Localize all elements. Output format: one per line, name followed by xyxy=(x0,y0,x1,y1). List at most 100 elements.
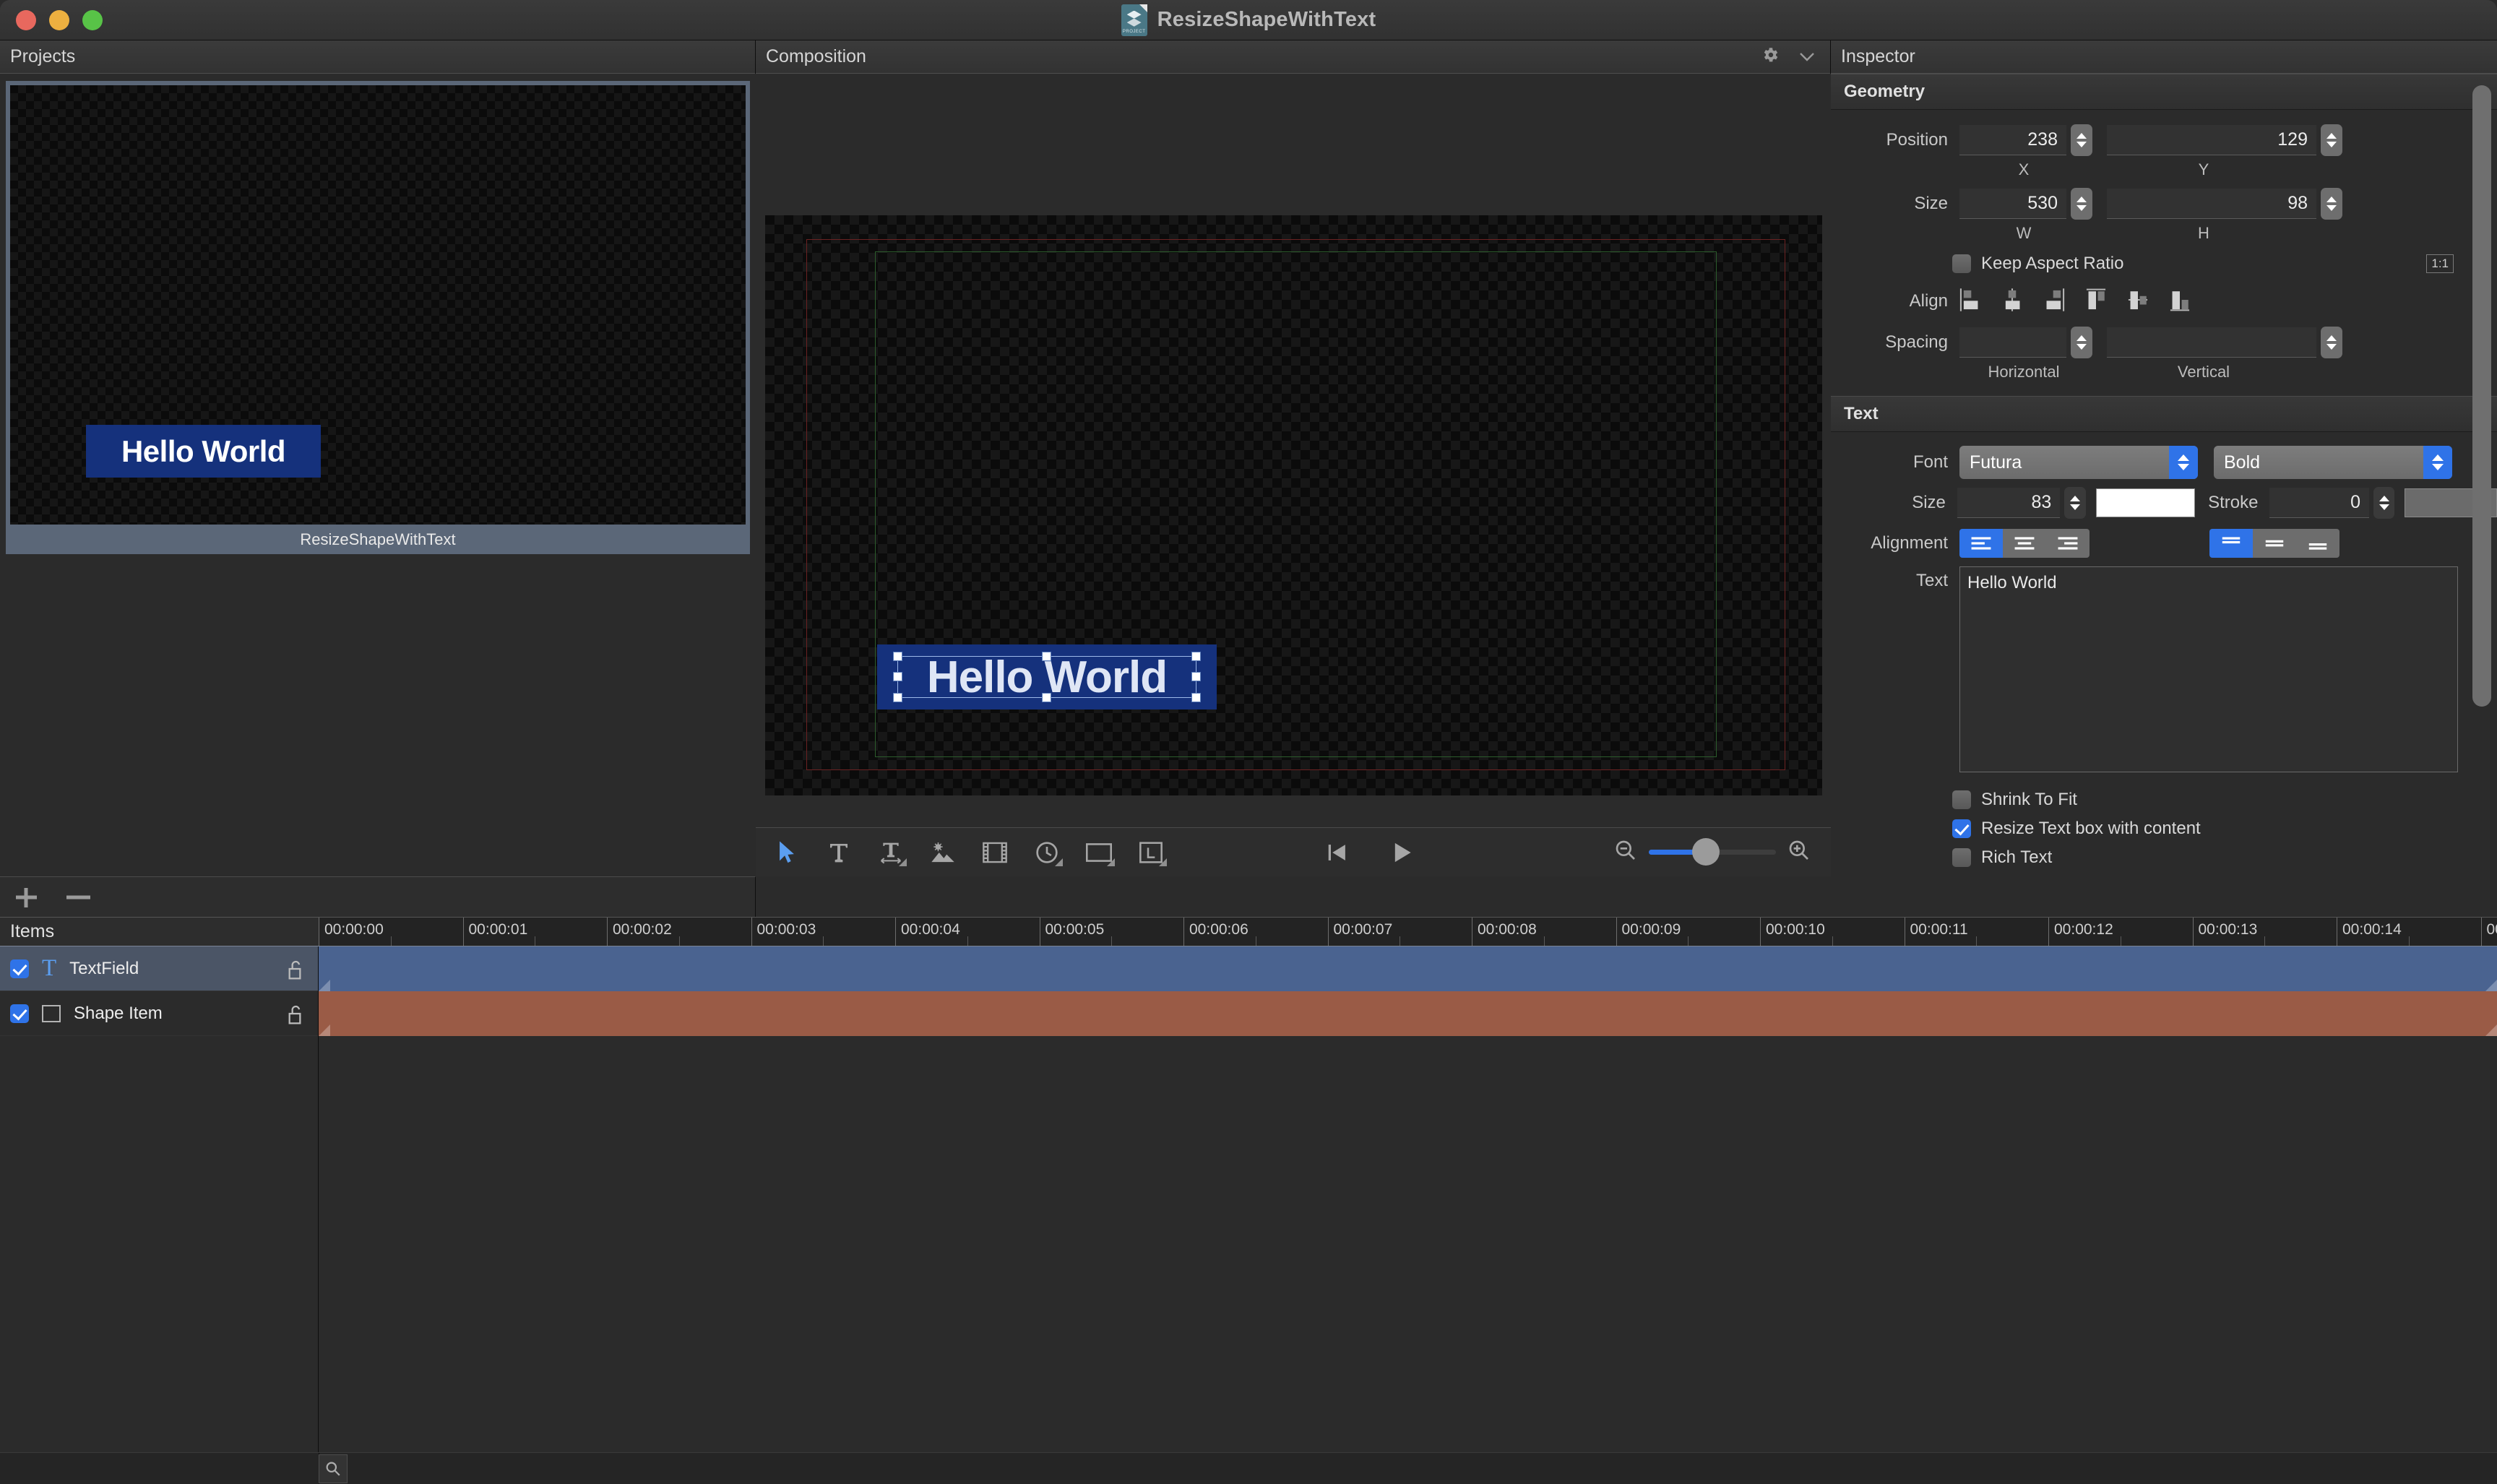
size-h-stepper[interactable] xyxy=(2321,188,2342,220)
text-section-header[interactable]: Text xyxy=(1831,396,2497,432)
minimize-button[interactable] xyxy=(49,10,69,30)
position-y-stepper[interactable] xyxy=(2321,124,2342,156)
zoom-slider[interactable] xyxy=(1649,838,1776,866)
composition-stage[interactable]: Hello World xyxy=(765,215,1822,795)
shape-visibility-checkbox[interactable] xyxy=(10,1004,29,1023)
resize-text-box-checkbox[interactable] xyxy=(1952,819,1971,838)
geometry-section-header[interactable]: Geometry xyxy=(1831,74,2497,110)
stroke-width-stepper[interactable] xyxy=(2373,487,2395,519)
font-size-stepper[interactable] xyxy=(2064,487,2086,519)
resize-handle-middle-left[interactable] xyxy=(893,672,902,681)
reset-aspect-ratio-button[interactable]: 1:1 xyxy=(2426,254,2454,273)
spacing-vertical-input[interactable] xyxy=(2107,327,2316,358)
position-x-stepper[interactable] xyxy=(2071,124,2092,156)
window-title: ResizeShapeWithText xyxy=(1157,8,1376,31)
timeline-ruler[interactable]: 00:00:00 00:00:01 00:00:02 00:00:03 00:00:04… xyxy=(319,918,2497,946)
resize-handle-bottom-center[interactable] xyxy=(1042,693,1051,702)
add-project-button[interactable] xyxy=(13,884,39,910)
play-button[interactable] xyxy=(1386,836,1419,869)
zoom-out-icon[interactable] xyxy=(1614,839,1637,866)
shrink-to-fit-checkbox[interactable] xyxy=(1952,790,1971,809)
shrink-to-fit-option[interactable]: Shrink To Fit xyxy=(1952,785,2497,814)
layout-tool[interactable] xyxy=(1134,836,1168,869)
timeline-clip-textfield[interactable] xyxy=(319,946,2497,991)
rich-text-label: Rich Text xyxy=(1981,847,2053,867)
text-fill-color-swatch[interactable] xyxy=(2095,488,2196,517)
size-h-input[interactable]: 98 xyxy=(2107,189,2316,219)
timeline-item-textfield[interactable]: T TextField xyxy=(0,946,318,991)
project-card[interactable]: Hello World ResizeShapeWithText xyxy=(6,81,750,554)
keep-aspect-ratio-checkbox[interactable] xyxy=(1952,254,1971,273)
resize-handle-top-center[interactable] xyxy=(1042,652,1051,661)
canvas-zoom-control[interactable] xyxy=(1614,838,1811,866)
resize-handle-bottom-right[interactable] xyxy=(1191,693,1201,702)
chevron-down-icon[interactable] xyxy=(1798,47,1816,68)
timeline-clip-shape[interactable] xyxy=(319,991,2497,1036)
text-tool[interactable] xyxy=(822,836,855,869)
scrolling-text-tool[interactable] xyxy=(874,836,907,869)
resize-handle-bottom-left[interactable] xyxy=(893,693,902,702)
horizontal-alignment-segments[interactable] xyxy=(1959,529,2090,558)
selection-bounding-box[interactable] xyxy=(893,652,1201,702)
size-w-input[interactable]: 530 xyxy=(1959,189,2066,219)
font-style-select[interactable]: Bold xyxy=(2214,446,2452,479)
projects-list[interactable]: Hello World ResizeShapeWithText xyxy=(0,74,756,876)
font-family-select[interactable]: Futura xyxy=(1959,446,2198,479)
align-text-right-button[interactable] xyxy=(2046,529,2090,558)
textfield-visibility-checkbox[interactable] xyxy=(10,959,29,978)
rich-text-checkbox[interactable] xyxy=(1952,848,1971,867)
inspector-scrollbar[interactable] xyxy=(2472,85,2491,844)
zoom-slider-knob[interactable] xyxy=(1692,838,1720,866)
resize-handle-middle-right[interactable] xyxy=(1191,672,1201,681)
position-x-input[interactable]: 238 xyxy=(1959,125,2066,155)
align-top-icon[interactable] xyxy=(2085,288,2107,316)
shape-tool[interactable] xyxy=(1082,836,1116,869)
select-arrow-tool[interactable] xyxy=(770,836,803,869)
stroke-width-input[interactable]: 0 xyxy=(2269,488,2370,518)
gear-icon[interactable] xyxy=(1761,46,1780,69)
ruler-subtick xyxy=(1976,936,1978,946)
close-button[interactable] xyxy=(16,10,36,30)
remove-project-button[interactable] xyxy=(65,884,91,910)
align-text-left-button[interactable] xyxy=(1959,529,2003,558)
text-content-input[interactable]: Hello World xyxy=(1959,566,2458,772)
resize-text-box-label: Resize Text box with content xyxy=(1981,819,2201,838)
spacing-horizontal-input[interactable] xyxy=(1959,327,2066,358)
size-w-stepper[interactable] xyxy=(2071,188,2092,220)
keep-aspect-ratio-checkbox-line[interactable]: Keep Aspect Ratio xyxy=(1952,249,2123,278)
resize-handle-top-right[interactable] xyxy=(1191,652,1201,661)
rich-text-option[interactable]: Rich Text xyxy=(1952,843,2497,872)
timeline-item-shape[interactable]: Shape Item xyxy=(0,991,318,1036)
rectangle-icon xyxy=(42,1004,61,1022)
resize-handle-top-left[interactable] xyxy=(893,652,902,661)
position-y-input[interactable]: 129 xyxy=(2107,125,2316,155)
spacing-vertical-stepper[interactable] xyxy=(2321,327,2342,358)
search-icon[interactable] xyxy=(319,1454,348,1483)
align-text-middle-button[interactable] xyxy=(2253,529,2296,558)
textfield-lock-icon[interactable] xyxy=(288,960,305,984)
resize-text-box-option[interactable]: Resize Text box with content xyxy=(1952,814,2497,843)
align-left-icon[interactable] xyxy=(1959,288,1981,316)
publish-as-option[interactable]: Publish as 'TextField' xyxy=(1952,872,2497,876)
spacing-horizontal-stepper[interactable] xyxy=(2071,327,2092,358)
image-tool[interactable] xyxy=(926,836,959,869)
vertical-alignment-segments[interactable] xyxy=(2209,529,2339,558)
timeline-tracks[interactable] xyxy=(319,946,2497,1484)
font-size-input[interactable]: 83 xyxy=(1957,488,2061,518)
go-to-start-button[interactable] xyxy=(1321,836,1354,869)
align-right-icon[interactable] xyxy=(2043,288,2065,316)
align-center-horizontal-icon[interactable] xyxy=(2001,288,2023,316)
zoom-in-icon[interactable] xyxy=(1787,839,1811,866)
movie-tool[interactable] xyxy=(978,836,1012,869)
shape-lock-icon[interactable] xyxy=(288,1005,305,1029)
project-thumbnail[interactable]: Hello World xyxy=(10,85,746,525)
ruler-subtick xyxy=(390,936,392,946)
align-text-bottom-button[interactable] xyxy=(2296,529,2339,558)
align-text-top-button[interactable] xyxy=(2209,529,2253,558)
align-text-center-button[interactable] xyxy=(2003,529,2046,558)
timer-tool[interactable] xyxy=(1030,836,1064,869)
inspector-scrollbar-thumb[interactable] xyxy=(2472,85,2491,707)
align-center-vertical-icon[interactable] xyxy=(2127,288,2149,316)
align-bottom-icon[interactable] xyxy=(2169,288,2191,316)
maximize-button[interactable] xyxy=(82,10,103,30)
